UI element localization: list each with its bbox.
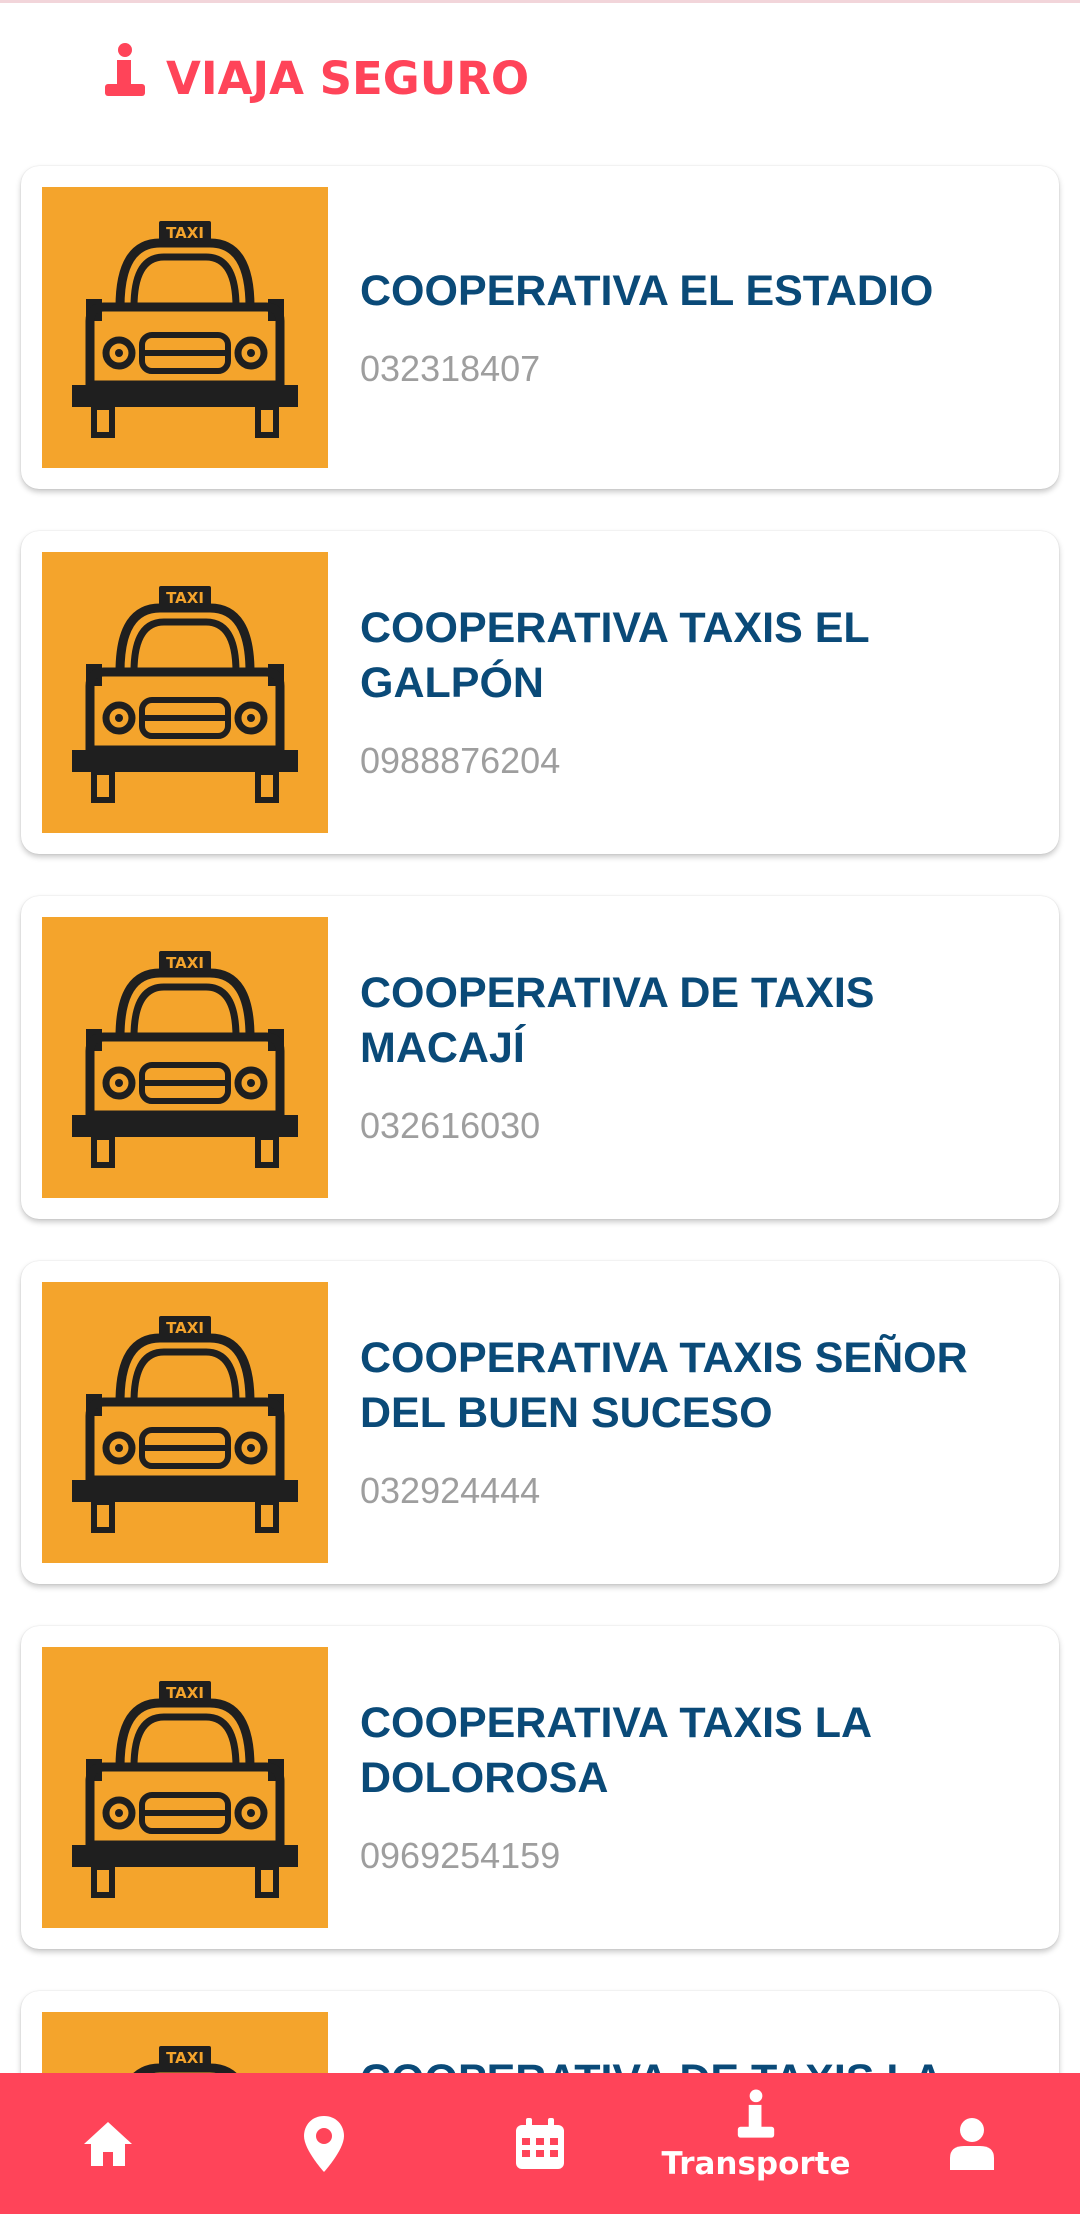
page-title: VIAJA SEGURO (166, 52, 530, 105)
taxi-icon: TAXI (42, 1282, 328, 1563)
nav-item-calendar[interactable] (432, 2073, 648, 2214)
cooperative-thumbnail: TAXI (42, 1282, 328, 1563)
cooperative-name: COOPERATIVA EL ESTADIO (360, 266, 934, 315)
cooperative-text: COOPERATIVA TAXIS SEÑOR DEL BUEN SUCESO … (360, 1261, 1029, 1584)
taxi-icon: TAXI (42, 552, 328, 833)
calendar-icon (513, 2116, 567, 2172)
cooperative-name: COOPERATIVA TAXIS SEÑOR DEL BUEN SUCESO (360, 1334, 968, 1437)
cooperative-phone[interactable]: 032318407 (360, 346, 1029, 392)
home-icon (80, 2116, 136, 2172)
nav-item-label: Transporte (661, 2146, 851, 2182)
cooperative-thumbnail: TAXI (42, 187, 328, 468)
nav-item-info[interactable]: Transporte (648, 2073, 864, 2214)
cooperative-text: COOPERATIVA DE TAXIS MACAJÍ 032616030 (360, 896, 1029, 1219)
cooperative-card[interactable]: TAXI COOPERATIVA TAXIS SEÑOR DEL BUEN SU… (21, 1261, 1059, 1584)
cooperative-text: COOPERATIVA EL ESTADIO 032318407 (360, 166, 1029, 489)
cooperative-thumbnail: TAXI (42, 917, 328, 1198)
page-header: VIAJA SEGURO (0, 0, 1080, 150)
nav-item-home[interactable] (0, 2073, 216, 2214)
taxi-icon: TAXI (42, 1647, 328, 1928)
taxi-icon: TAXI (42, 917, 328, 1198)
cooperative-text: COOPERATIVA TAXIS EL GALPÓN 0988876204 (360, 531, 1029, 854)
nav-item-location-pin[interactable] (216, 2073, 432, 2214)
cooperative-phone[interactable]: 0969254159 (360, 1833, 1029, 1879)
cooperative-phone[interactable]: 032616030 (360, 1103, 1029, 1149)
cooperative-card[interactable]: TAXI COOPERATIVA TAXIS LA DOLOROSA 09692… (21, 1626, 1059, 1949)
cooperative-name: COOPERATIVA TAXIS LA DOLOROSA (360, 1699, 871, 1802)
cooperative-text: COOPERATIVA TAXIS LA DOLOROSA 0969254159 (360, 1626, 1029, 1949)
info-icon (103, 42, 147, 98)
info-icon (736, 2087, 776, 2141)
cooperative-name: COOPERATIVA DE TAXIS MACAJÍ (360, 969, 875, 1072)
bottom-navigation: Transporte (0, 2073, 1080, 2214)
cooperative-thumbnail: TAXI (42, 552, 328, 833)
cooperative-card[interactable]: TAXI COOPERATIVA TAXIS EL GALPÓN 0988876… (21, 531, 1059, 854)
cooperative-phone[interactable]: 0988876204 (360, 738, 1029, 784)
cooperative-thumbnail: TAXI (42, 1647, 328, 1928)
cooperative-card[interactable]: TAXI COOPERATIVA DE TAXIS MACAJÍ 0326160… (21, 896, 1059, 1219)
nav-item-user[interactable] (864, 2073, 1080, 2214)
location-pin-icon (302, 2114, 346, 2174)
cooperative-phone[interactable]: 032924444 (360, 1468, 1029, 1514)
cooperative-name: COOPERATIVA TAXIS EL GALPÓN (360, 604, 869, 707)
taxi-icon: TAXI (42, 187, 328, 468)
user-icon (948, 2116, 996, 2172)
cooperative-card[interactable]: TAXI COOPERATIVA EL ESTADIO 032318407 (21, 166, 1059, 489)
